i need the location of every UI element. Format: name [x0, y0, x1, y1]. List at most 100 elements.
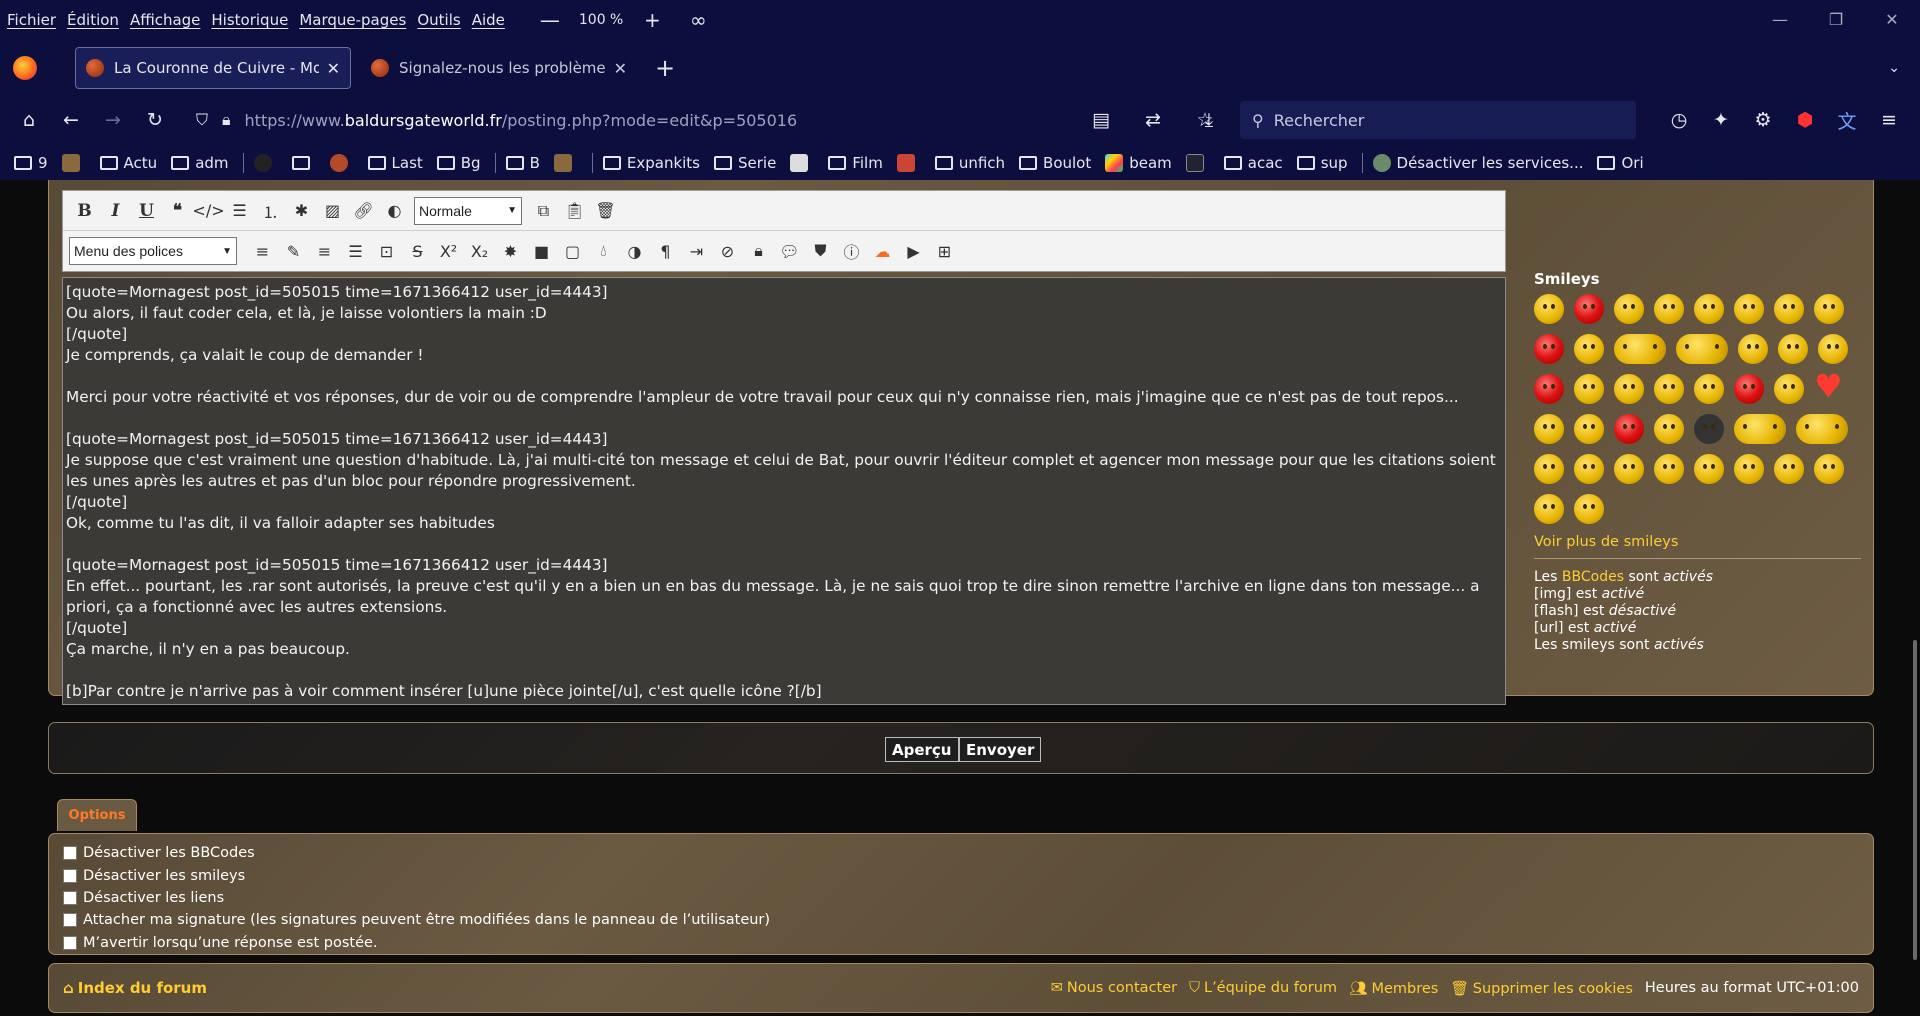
bookmark-folder[interactable]: Serie [714, 154, 776, 172]
forum-index-link[interactable]: ⌂ Index du forum [63, 979, 207, 997]
justify-button[interactable]: ☰ [340, 236, 371, 266]
bookmark-item[interactable]: beam [1105, 154, 1172, 172]
smiley-icon[interactable] [1654, 414, 1684, 444]
bookmark-folder[interactable]: unfich [934, 154, 1005, 172]
code-button[interactable]: </> [192, 196, 224, 226]
smiley-icon[interactable] [1814, 454, 1844, 484]
smiley-icon[interactable] [1574, 334, 1604, 364]
smiley-icon[interactable] [1734, 454, 1764, 484]
border-button[interactable]: ▢ [557, 236, 588, 266]
bookmark-item[interactable] [1185, 154, 1210, 172]
history-icon[interactable]: ◷ [1658, 102, 1700, 138]
forward-icon[interactable]: → [92, 102, 134, 138]
list-item-button[interactable]: ✱ [286, 196, 317, 226]
smiley-icon[interactable] [1574, 454, 1604, 484]
hidden-text-button[interactable]: ⊘ [712, 236, 743, 266]
ublock-icon[interactable]: ⬢ [1784, 102, 1826, 138]
smiley-icon[interactable] [1654, 294, 1684, 324]
smiley-icon[interactable] [1534, 494, 1564, 524]
smiley-icon[interactable] [1534, 294, 1564, 324]
minimize-button[interactable]: — [1752, 0, 1808, 40]
bookmark-folder[interactable]: B [505, 154, 540, 172]
smiley-icon[interactable] [1734, 294, 1764, 324]
table-button[interactable]: ⊞ [929, 236, 960, 266]
bookmark-folder[interactable]: acac [1223, 154, 1283, 172]
scrollbar-thumb[interactable] [1913, 640, 1917, 960]
smiley-icon[interactable] [1774, 294, 1804, 324]
smiley-icon[interactable] [1534, 374, 1564, 404]
message-textarea[interactable]: [quote=Mornagest post_id=505015 time=167… [62, 277, 1506, 705]
close-window-button[interactable]: ✕ [1864, 0, 1920, 40]
new-tab-button[interactable]: + [655, 54, 675, 82]
menu-edition[interactable]: Édition [63, 11, 123, 29]
close-tab-icon[interactable]: ✕ [614, 59, 627, 78]
checkbox[interactable] [63, 935, 77, 950]
indent-button[interactable]: ⇥ [681, 236, 712, 266]
preview-button[interactable]: Aperçu [885, 737, 959, 762]
bookmark-folder[interactable]: Boulot [1019, 154, 1091, 172]
page-scrollbar[interactable] [1908, 180, 1920, 1016]
submit-button[interactable]: Envoyer [959, 737, 1042, 762]
text-box-button[interactable]: ⊡ [371, 236, 402, 266]
video-button[interactable]: ▶ [898, 236, 929, 266]
smiley-icon[interactable] [1654, 454, 1684, 484]
smiley-icon[interactable] [1574, 374, 1604, 404]
bullet-list-button[interactable]: ☰ [224, 196, 255, 226]
contrast-icon[interactable]: ◑ [619, 236, 650, 266]
language-icon[interactable]: 文 [1826, 102, 1868, 138]
firefox-icon[interactable] [13, 56, 37, 80]
highlight-button[interactable]: ✎ [278, 236, 309, 266]
zoom-in-button[interactable]: + [635, 8, 669, 32]
quote-button[interactable]: ❝ [162, 196, 193, 226]
align-center-button[interactable]: ≡ [309, 236, 340, 266]
bookmark-item[interactable] [790, 154, 814, 172]
link-button[interactable]: 🔗︎ [348, 196, 379, 226]
bbcodes-link[interactable]: BBCodes [1562, 569, 1624, 585]
soundcloud-icon[interactable]: ☁ [867, 236, 898, 266]
smiley-icon[interactable] [1694, 414, 1724, 444]
menu-fichier[interactable]: Fichier [3, 11, 60, 29]
bookmark-folder[interactable]: 9 [14, 154, 48, 172]
bold-button[interactable]: B [69, 196, 100, 226]
smiley-icon[interactable] [1574, 494, 1604, 524]
bookmark-folder[interactable]: Last [367, 154, 423, 172]
smiley-icon[interactable] [1614, 374, 1644, 404]
checkbox[interactable] [63, 846, 77, 861]
more-smileys-link[interactable]: Voir plus de smileys [1534, 534, 1861, 550]
smiley-icon[interactable] [1694, 454, 1724, 484]
url-bar[interactable]: ⛉ 🔒︎ https://www. baldursgateworld.fr/pos… [196, 101, 1226, 139]
reload-icon[interactable]: ↻ [134, 102, 176, 138]
extensions-icon[interactable]: ✦ [1700, 102, 1742, 138]
numbered-list-button[interactable]: ⒈ [255, 196, 286, 226]
smiley-icon[interactable] [1694, 294, 1724, 324]
tab-couronne[interactable]: La Couronne de Cuivre - Modifier ✕ [75, 47, 351, 89]
trash-icon[interactable]: 🗑︎ [590, 196, 621, 226]
bookmark-folder[interactable]: adm [171, 154, 229, 172]
bookmark-item[interactable] [553, 154, 578, 172]
smiley-icon[interactable] [1614, 334, 1666, 364]
lock-icon[interactable]: 🔒︎ [743, 236, 774, 266]
menu-aide[interactable]: Aide [468, 11, 509, 29]
smiley-icon[interactable] [1534, 414, 1564, 444]
smiley-icon[interactable] [1574, 294, 1604, 324]
glow-button[interactable]: ✸ [495, 236, 526, 266]
underline-button[interactable]: U [131, 196, 162, 226]
superscript-button[interactable]: X² [433, 236, 464, 266]
smiley-icon[interactable] [1614, 454, 1644, 484]
smiley-icon[interactable] [1734, 414, 1786, 444]
menu-marque-pages[interactable]: Marque-pages [295, 11, 410, 29]
home-icon[interactable]: ⌂ [8, 102, 50, 138]
copy-button[interactable]: ⧉ [528, 196, 559, 226]
search-input[interactable]: ⚲ Rechercher [1240, 101, 1636, 139]
shield-button[interactable]: ⛊ [805, 236, 836, 266]
smiley-icon[interactable] [1654, 374, 1684, 404]
font-size-select[interactable]: Normale ▼ [414, 196, 522, 225]
info-button[interactable]: ⓘ [836, 236, 867, 266]
paste-button[interactable]: 📋︎ [559, 196, 590, 226]
align-left-button[interactable]: ≡ [247, 236, 278, 266]
smiley-icon[interactable] [1534, 334, 1564, 364]
bookmark-item[interactable] [896, 154, 921, 172]
color-button[interactable]: ◐ [379, 196, 410, 226]
font-family-select[interactable]: Menu des polices ▼ [69, 237, 237, 265]
bookmark-item[interactable] [329, 154, 354, 172]
